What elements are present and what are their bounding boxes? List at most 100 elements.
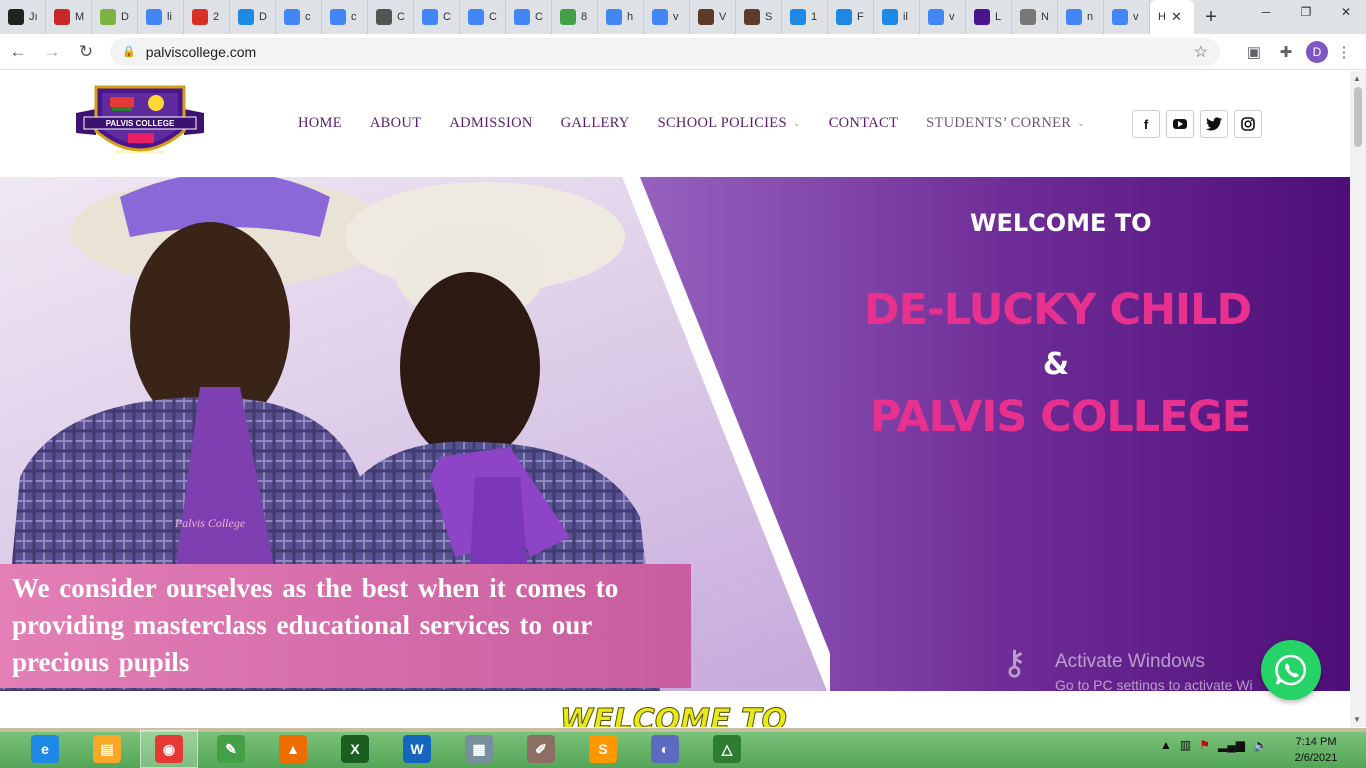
taskbar-app-button[interactable]: ◉ [140, 730, 198, 768]
browser-tab[interactable]: D [230, 0, 276, 34]
browser-tab[interactable]: il [874, 0, 920, 34]
word-icon: W [403, 735, 431, 763]
system-tray: ▲ ▥ ⚑ ▂▄▆ 🔈 [1160, 738, 1268, 752]
signal-icon[interactable]: ▂▄▆ [1218, 738, 1245, 752]
browser-tab[interactable]: v [1104, 0, 1150, 34]
browser-tab[interactable]: C [368, 0, 414, 34]
browser-tab-label: v [949, 11, 955, 23]
taskbar-app-button[interactable]: S [574, 730, 632, 768]
reload-button[interactable]: ↻ [70, 36, 102, 68]
taskbar-app-button[interactable]: ▤ [78, 730, 136, 768]
back-button[interactable]: ← [2, 36, 34, 68]
taskbar-app-button[interactable]: △ [698, 730, 756, 768]
browser-tab[interactable]: L [966, 0, 1012, 34]
active-tab-label: H [1158, 11, 1166, 23]
browser-tab[interactable]: 1 [782, 0, 828, 34]
window-controls: ─ ❐ ✕ [1246, 0, 1366, 24]
site-logo[interactable]: PALVIS COLLEGE EXCELLENT EDUCATION [74, 83, 206, 163]
browser-tab[interactable]: 8 [552, 0, 598, 34]
browser-tab[interactable]: v [644, 0, 690, 34]
nav-item-school-policies[interactable]: SCHOOL POLICIES ⌄ [658, 115, 801, 132]
url-field[interactable]: 🔒 palviscollege.com ☆ [110, 37, 1220, 66]
system-clock[interactable]: 7:14 PM 2/6/2021 [1286, 734, 1346, 766]
nav-item-about[interactable]: ABOUT [370, 115, 421, 132]
new-tab-button[interactable]: + [1194, 0, 1228, 34]
nav-item-label: GALLERY [560, 115, 630, 131]
browser-tab[interactable]: n [1058, 0, 1104, 34]
browser-tab[interactable]: C [414, 0, 460, 34]
browser-tab-label: 2 [213, 11, 220, 23]
extensions-puzzle-icon[interactable]: ✚ [1270, 38, 1302, 66]
google-icon [468, 9, 484, 25]
web-page: PALVIS COLLEGE EXCELLENT EDUCATION HOME A… [0, 71, 1350, 727]
nav-item-gallery[interactable]: GALLERY [561, 115, 630, 132]
whatsapp-chat-button[interactable] [1261, 640, 1321, 700]
minimize-icon[interactable]: ─ [1246, 0, 1286, 24]
browser-tab-label: C [397, 11, 405, 23]
sublime-icon: S [589, 735, 617, 763]
taskbar-app-button[interactable]: W [388, 730, 446, 768]
taskbar-app-button[interactable]: ▦ [450, 730, 508, 768]
nav-item-students-corner[interactable]: STUDENTS’ CORNER ⌄ [926, 115, 1085, 132]
nav-item-contact[interactable]: CONTACT [829, 115, 898, 132]
google-icon [1112, 9, 1128, 25]
taskbar-app-button[interactable]: ◐ [636, 730, 694, 768]
section-welcome-heading: WELCOME TO [560, 703, 788, 728]
browser-tab[interactable]: C [460, 0, 506, 34]
show-hidden-icons-icon[interactable]: ▲ [1160, 738, 1172, 752]
scroll-down-icon[interactable]: ▼ [1353, 715, 1361, 724]
nav-item-admission[interactable]: ADMISSION [449, 115, 532, 132]
browser-tab[interactable]: C [506, 0, 552, 34]
page-scrollbar[interactable]: ▲ ▼ [1350, 71, 1366, 727]
restore-icon[interactable]: ❐ [1286, 0, 1326, 24]
facebook-icon[interactable]: f [1132, 110, 1160, 138]
forward-button[interactable]: → [36, 36, 68, 68]
scroll-thumb[interactable] [1354, 87, 1362, 147]
browser-tab[interactable]: V [690, 0, 736, 34]
browser-tab-label: C [489, 11, 497, 23]
browser-tab[interactable]: c [322, 0, 368, 34]
clock-date: 2/6/2021 [1294, 752, 1338, 764]
taskbar-app-button[interactable]: ✐ [512, 730, 570, 768]
browser-tab[interactable]: h [598, 0, 644, 34]
browser-tab-label: 1 [811, 11, 818, 23]
browser-tab[interactable]: 2 [184, 0, 230, 34]
file-explorer-icon: ▤ [93, 735, 121, 763]
browser-tab[interactable]: D [92, 0, 138, 34]
browser-tab[interactable]: S [736, 0, 782, 34]
active-tab[interactable]: H ✕ [1150, 0, 1194, 34]
bookmark-star-icon[interactable]: ☆ [1194, 42, 1208, 62]
ie-icon: e [31, 735, 59, 763]
browser-tab[interactable]: v [920, 0, 966, 34]
browser-tab[interactable]: li [138, 0, 184, 34]
instagram-icon[interactable] [1234, 110, 1262, 138]
flag-alert-icon[interactable]: ⚑ [1199, 738, 1210, 752]
taskbar-app-button[interactable]: ✎ [202, 730, 260, 768]
taskbar-app-button[interactable]: ▲ [264, 730, 322, 768]
menu-icon[interactable]: ⋮ [1328, 38, 1360, 66]
extension-icon[interactable]: ▣ [1238, 38, 1270, 66]
browser-tab[interactable]: F [828, 0, 874, 34]
browser-tab-label: F [857, 11, 864, 23]
nav-item-label: CONTACT [828, 115, 899, 131]
browser-tab[interactable]: Jı [0, 0, 46, 34]
windows-taskbar: e ▤ ◉ ✎ ▲ X W ▦ ✐ S ◐ △ ▲ ▥ ⚑ ▂▄▆ 🔈 7:14 PM 2/6/202… [0, 728, 1366, 768]
browser-tab-label: h [627, 11, 634, 23]
twitter-icon[interactable] [1200, 110, 1228, 138]
browser-tab[interactable]: M [46, 0, 92, 34]
taskbar-app-button[interactable]: X [326, 730, 384, 768]
nav-item-home[interactable]: HOME [298, 115, 342, 132]
scroll-up-icon[interactable]: ▲ [1353, 74, 1361, 83]
browser-tab[interactable]: c [276, 0, 322, 34]
link-icon [376, 9, 392, 25]
network-device-icon[interactable]: ▥ [1180, 738, 1191, 752]
youtube-icon[interactable] [1166, 110, 1194, 138]
close-tab-icon[interactable]: ✕ [1171, 9, 1182, 25]
close-window-icon[interactable]: ✕ [1326, 0, 1366, 24]
profile-avatar[interactable]: D [1306, 40, 1328, 63]
volume-icon[interactable]: 🔈 [1253, 738, 1268, 752]
d-icon [560, 9, 576, 25]
lock-icon[interactable]: 🔒 [122, 45, 136, 58]
browser-tab[interactable]: N [1012, 0, 1058, 34]
taskbar-app-button[interactable]: e [16, 730, 74, 768]
